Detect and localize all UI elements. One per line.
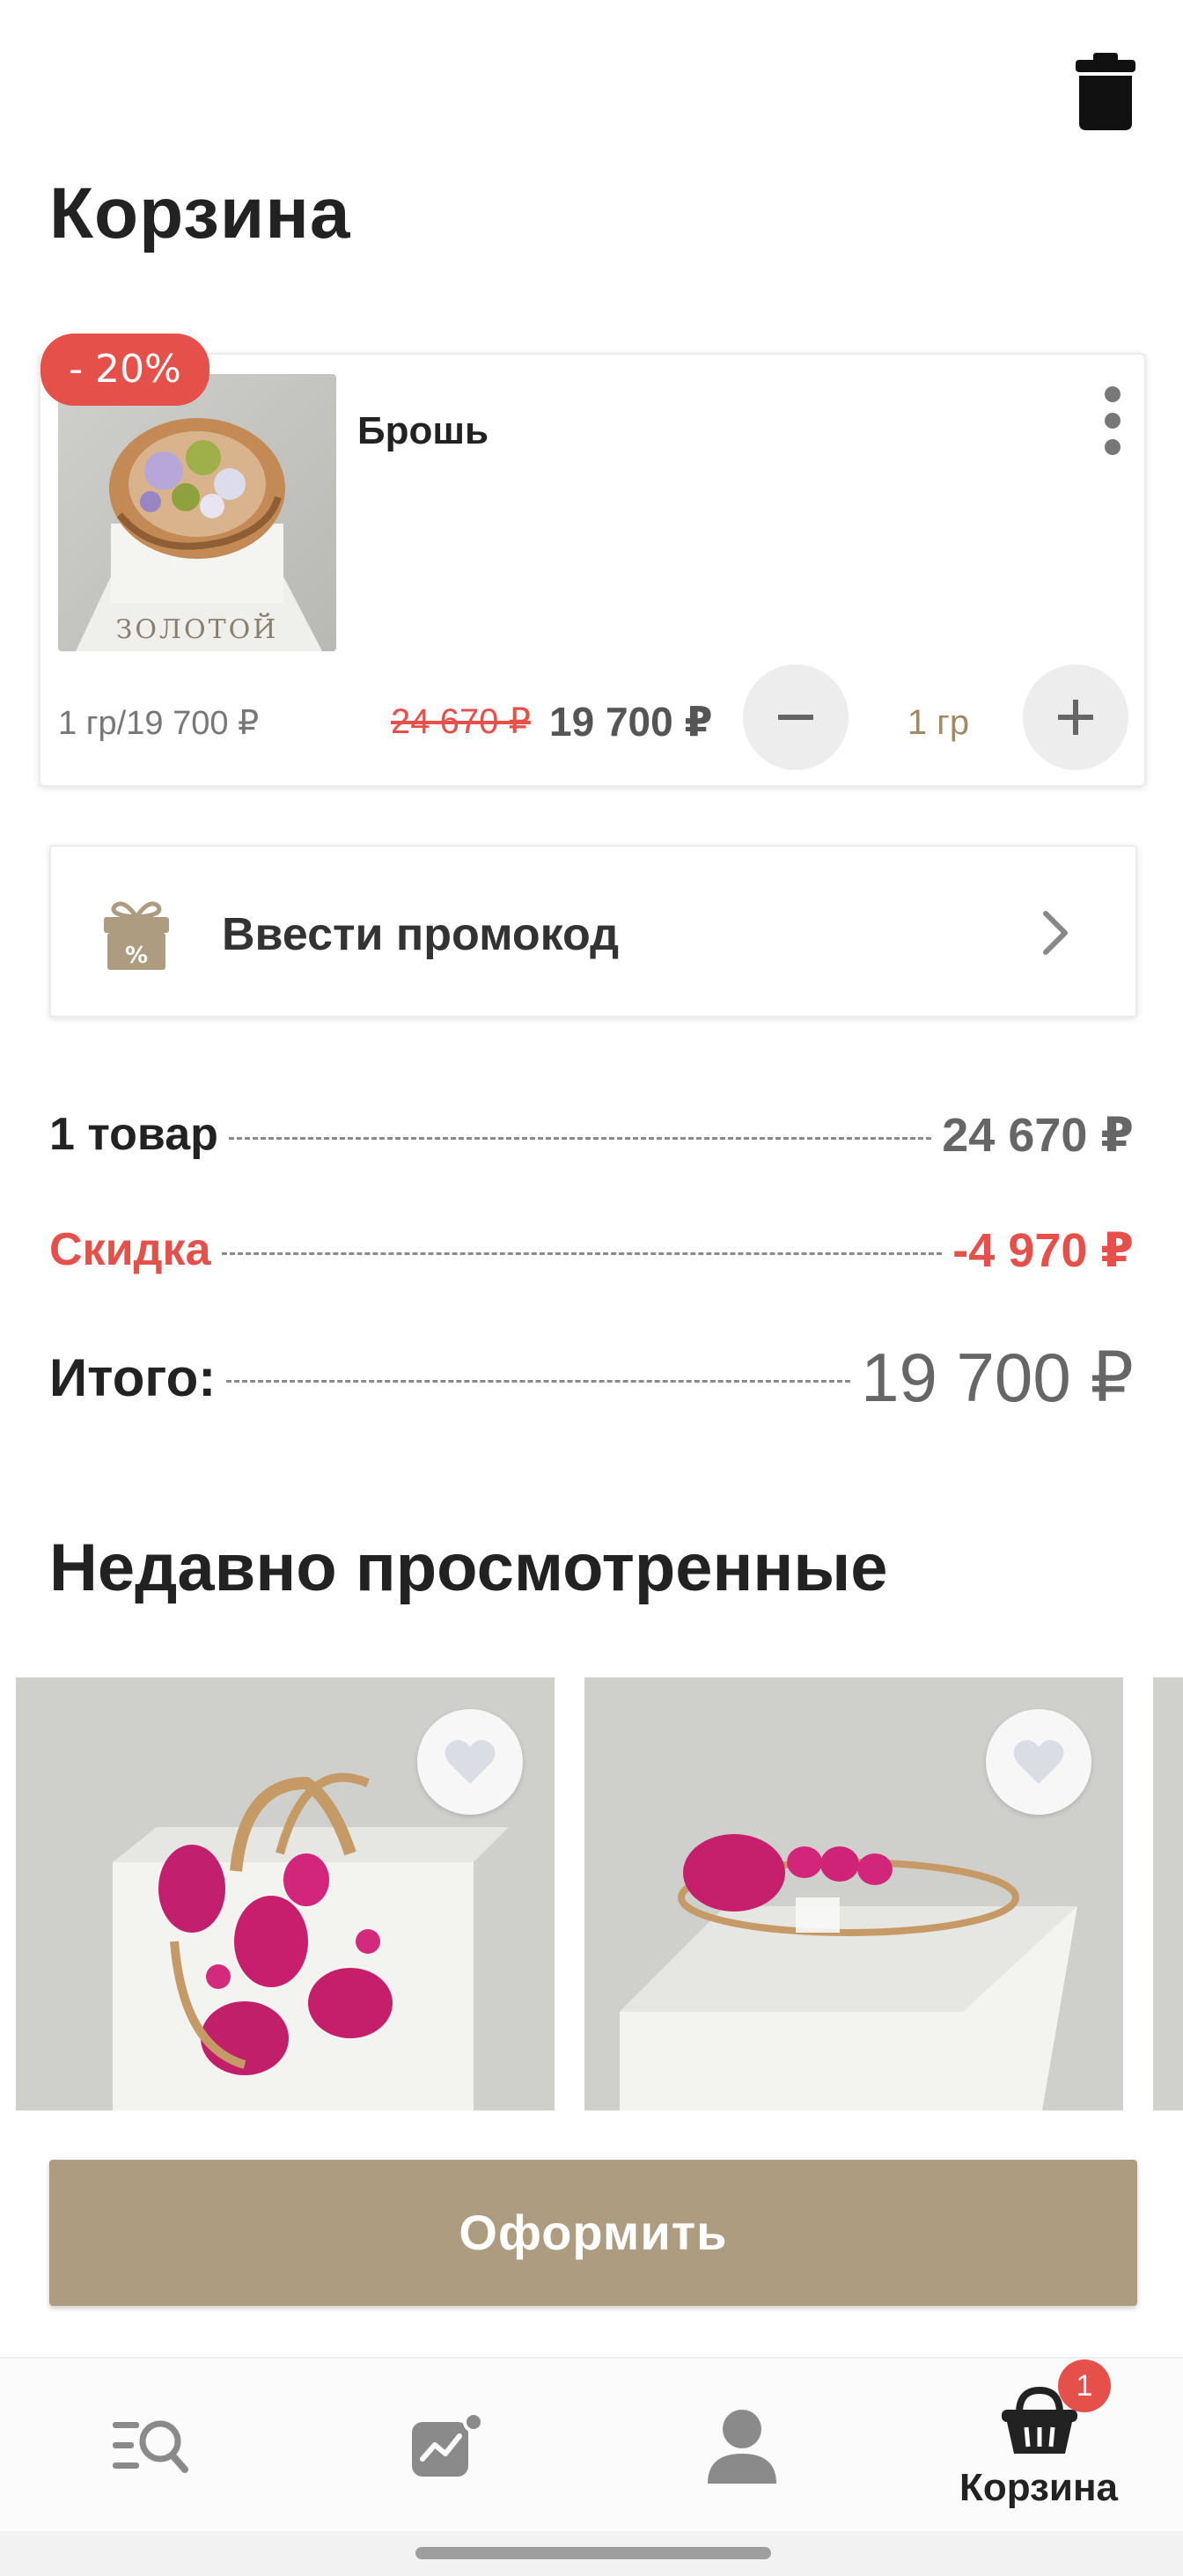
- bottom-navigation: 1 Корзина: [0, 2357, 1183, 2531]
- heart-icon: [445, 1739, 496, 1784]
- home-indicator[interactable]: [415, 2547, 771, 2559]
- cart-count-badge: 1: [1058, 2359, 1111, 2412]
- delete-all-button[interactable]: [1074, 51, 1137, 132]
- items-count-row: 1 товар 24 670 ₽: [49, 1095, 1134, 1174]
- items-count-label: 1 товар: [49, 1109, 218, 1160]
- total-row: Итого: 19 700 ₽: [49, 1338, 1134, 1417]
- discount-value: -4 970 ₽: [952, 1223, 1134, 1277]
- trash-icon: [1076, 53, 1135, 130]
- user-icon: [708, 2410, 776, 2484]
- discount-row: Скидка -4 970 ₽: [49, 1210, 1134, 1289]
- minus-icon: [778, 715, 813, 720]
- promo-label: Ввести промокод: [222, 909, 620, 960]
- total-value: 19 700 ₽: [861, 1338, 1134, 1416]
- dotted-leader: [221, 1251, 943, 1255]
- more-options-button[interactable]: [1093, 381, 1132, 460]
- discount-label: Скидка: [49, 1224, 211, 1275]
- svg-text:%: %: [125, 943, 148, 969]
- nav-catalog[interactable]: [111, 2359, 190, 2533]
- decrease-quantity-button[interactable]: [743, 664, 849, 770]
- nav-cart[interactable]: 1 Корзина: [942, 2359, 1135, 2533]
- items-subtotal: 24 670 ₽: [942, 1108, 1134, 1162]
- product-name[interactable]: Брошь: [357, 409, 489, 453]
- catalog-search-icon: [113, 2420, 188, 2473]
- quantity-value: 1 гр: [907, 703, 970, 742]
- image-caption: ЗОЛОТОЙ: [116, 613, 279, 645]
- checkout-button[interactable]: Оформить: [49, 2160, 1137, 2306]
- unit-price: 1 гр/19 700 ₽: [58, 705, 260, 742]
- dotted-leader: [228, 1136, 932, 1140]
- page-title: Корзина: [49, 173, 351, 253]
- favorite-button[interactable]: [417, 1709, 523, 1815]
- increase-quantity-button[interactable]: [1023, 664, 1128, 770]
- product-image[interactable]: ЗОЛОТОЙ: [58, 374, 336, 651]
- total-label: Итого:: [49, 1347, 217, 1407]
- plus-icon: [1058, 700, 1093, 735]
- recent-product-card[interactable]: [1153, 1677, 1183, 2110]
- cart-item[interactable]: ЗОЛОТОЙ Брошь 1 гр/19 700 ₽ 24 670 ₽ 19 …: [39, 353, 1146, 787]
- heart-icon: [1013, 1739, 1064, 1784]
- recent-product-card[interactable]: [584, 1677, 1123, 2110]
- old-price: 24 670 ₽: [391, 702, 531, 741]
- chart-icon: [412, 2411, 484, 2477]
- discount-badge: - 20%: [40, 334, 209, 406]
- current-price: 19 700 ₽: [549, 699, 713, 745]
- nav-analytics[interactable]: [407, 2359, 486, 2533]
- chevron-right-icon: [1043, 911, 1068, 955]
- more-vertical-icon: [1105, 386, 1121, 455]
- favorite-button[interactable]: [986, 1709, 1091, 1815]
- recent-product-card[interactable]: [16, 1677, 555, 2110]
- gift-percent-icon: %: [104, 901, 169, 970]
- recently-viewed-title: Недавно просмотренные: [49, 1530, 888, 1605]
- dotted-leader: [226, 1379, 851, 1383]
- nav-profile[interactable]: [702, 2359, 782, 2533]
- nav-cart-label: Корзина: [959, 2466, 1118, 2509]
- promo-code-button[interactable]: % Ввести промокод: [49, 845, 1137, 1017]
